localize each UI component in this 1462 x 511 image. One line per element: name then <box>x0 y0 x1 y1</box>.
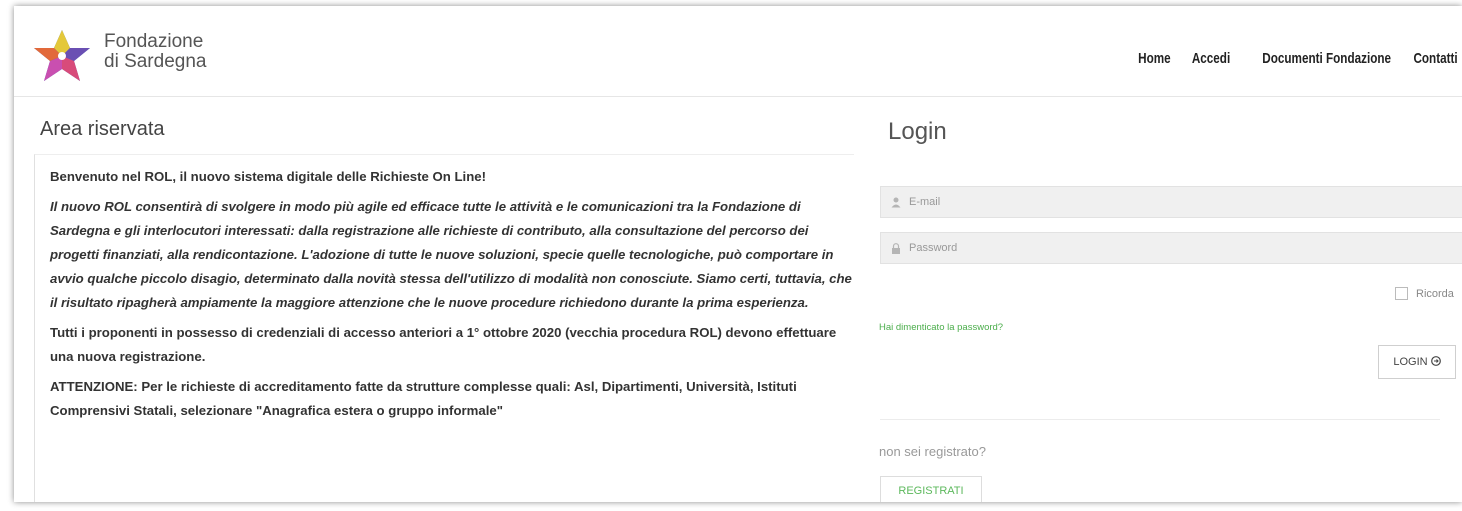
login-title: Login <box>888 118 947 145</box>
register-button[interactable]: REGISTRATI <box>880 476 982 502</box>
password-input[interactable] <box>907 241 1431 255</box>
email-field[interactable] <box>880 186 1462 218</box>
remember-label: Ricorda <box>1416 287 1454 300</box>
brand-name: Fondazione di Sardegna <box>104 32 206 72</box>
area-title: Area riservata <box>40 118 165 140</box>
divider <box>880 419 1440 420</box>
nav-documenti-fondazione[interactable]: Documenti Fondazione <box>1263 50 1392 67</box>
brand-line-2: di Sardegna <box>104 51 207 72</box>
email-input[interactable] <box>907 195 1431 209</box>
main-nav: Home Accedi Documenti Fondazione Contatt… <box>1129 50 1462 67</box>
nav-contatti[interactable]: Contatti <box>1414 50 1458 67</box>
nav-accedi[interactable]: Accedi <box>1192 50 1230 67</box>
not-registered-text: non sei registrato? <box>879 444 986 459</box>
warning-text: ATTENZIONE: Per le richieste di accredit… <box>50 379 797 418</box>
remember-me[interactable]: Ricorda <box>1395 287 1454 300</box>
lock-icon <box>891 242 901 254</box>
user-icon <box>891 197 901 208</box>
notice-text: Tutti i proponenti in possesso di creden… <box>50 325 837 364</box>
login-button-label: LOGIN <box>1393 356 1428 368</box>
login-button[interactable]: LOGIN <box>1378 345 1456 379</box>
page-frame: Fondazione di Sardegna Home Accedi Docum… <box>14 6 1462 502</box>
remember-checkbox[interactable] <box>1395 287 1408 300</box>
password-field[interactable] <box>880 232 1462 264</box>
site-header: Fondazione di Sardegna Home Accedi Docum… <box>14 6 1462 97</box>
circle-arrow-icon <box>1430 355 1441 369</box>
nav-home[interactable]: Home <box>1139 50 1172 67</box>
welcome-text: Benvenuto nel ROL, il nuovo sistema digi… <box>50 169 486 184</box>
forgot-password-link[interactable]: Hai dimenticato la password? <box>879 322 1003 333</box>
intro-text: Il nuovo ROL consentirà di svolgere in m… <box>50 199 852 310</box>
logo-star-icon[interactable] <box>32 28 92 84</box>
info-panel: Benvenuto nel ROL, il nuovo sistema digi… <box>34 154 854 502</box>
brand-line-1: Fondazione <box>104 31 204 52</box>
